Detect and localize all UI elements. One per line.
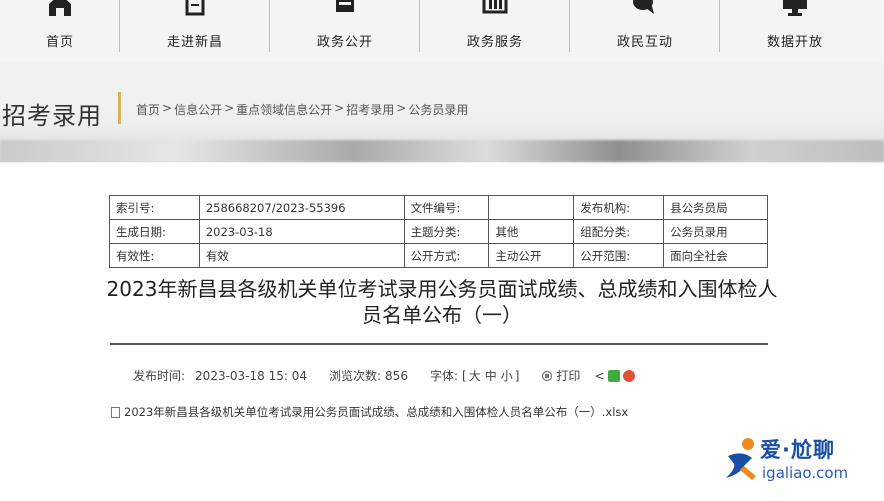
chat-icon	[633, 0, 654, 14]
title-divider	[118, 92, 121, 124]
nav-label: 走进新昌	[166, 35, 223, 50]
org-value: 公务员录用	[663, 219, 768, 244]
font-size-label: 字体:	[429, 369, 458, 383]
font-large-button[interactable]: 大	[467, 367, 483, 384]
topic-value: 其他	[488, 219, 575, 244]
nav-item-about[interactable]: 走进新昌	[120, 0, 270, 62]
scope-label: 公开范围:	[573, 243, 665, 268]
publish-time-label: 发布时间:	[133, 369, 186, 383]
share-icon[interactable]: <	[594, 369, 604, 383]
watermark-url: igaliao.com	[762, 464, 849, 482]
validity-value: 有效	[198, 243, 405, 268]
monitor-icon	[783, 0, 807, 16]
views-value: 856	[385, 368, 408, 383]
print-label: 打印	[556, 369, 581, 383]
index-value: 258668207/2023-55396	[198, 195, 405, 220]
breadcrumb-recruitment[interactable]: 招考录用	[346, 101, 394, 118]
runner-logo-icon	[726, 438, 756, 480]
nav-item-interaction[interactable]: 政民互动	[570, 0, 720, 62]
scope-value: 面向全社会	[663, 243, 768, 268]
breadcrumb-key-areas[interactable]: 重点领域信息公开	[236, 101, 332, 118]
breadcrumb-info-open[interactable]: 信息公开	[174, 101, 222, 118]
weibo-icon[interactable]	[622, 369, 635, 382]
file-icon	[111, 406, 120, 418]
attachment-link[interactable]: 2023年新昌县各级机关单位考试录用公务员面试成绩、总成绩和入围体检人员名单公布…	[111, 404, 628, 420]
home-icon	[49, 0, 71, 16]
org-label: 组配分类:	[573, 219, 665, 244]
method-value: 主动公开	[488, 243, 575, 268]
font-bracket-close: ]	[514, 368, 520, 383]
breadcrumb: 首页 > 信息公开 > 重点领域信息公开 > 招考录用 > 公务员录用	[136, 101, 468, 118]
docno-value	[488, 195, 575, 220]
building-icon	[482, 0, 508, 14]
breadcrumb-sep: >	[224, 101, 235, 115]
nav-item-data[interactable]: 数据开放	[720, 0, 870, 62]
date-label: 生成日期:	[109, 219, 200, 244]
nav-label: 政务服务	[466, 35, 523, 50]
share-group: <	[594, 369, 635, 383]
publish-time-value: 2023-03-18 15: 04	[195, 368, 307, 383]
nav-item-gov-service[interactable]: 政务服务	[420, 0, 570, 62]
archive-icon	[336, 0, 354, 12]
print-button[interactable]: 打印	[541, 367, 580, 384]
breadcrumb-home[interactable]: 首页	[136, 101, 160, 118]
watermark-text: 爱·尬聊	[760, 438, 835, 462]
breadcrumb-civil-servant[interactable]: 公务员录用	[408, 101, 468, 118]
print-icon	[542, 370, 553, 381]
validity-label: 有效性:	[109, 243, 200, 268]
wechat-icon[interactable]	[607, 369, 620, 382]
breadcrumb-sep: >	[396, 101, 407, 115]
font-small-button[interactable]: 小	[499, 367, 515, 384]
publisher-label: 发布机构:	[573, 195, 665, 220]
nav-label: 政务公开	[316, 35, 373, 50]
font-medium-button[interactable]: 中	[483, 367, 499, 384]
nav-label: 政民互动	[616, 35, 673, 50]
article-meta: 发布时间: 2023-03-18 15: 04 浏览次数: 856 字体: [ …	[133, 367, 635, 384]
method-label: 公开方式:	[403, 243, 490, 268]
banner-image	[0, 140, 884, 162]
document-info-table: 索引号: 258668207/2023-55396 文件编号: 发布机构: 县公…	[109, 195, 768, 268]
title-underline	[110, 343, 768, 345]
article-title: 2023年新昌县各级机关单位考试录用公务员面试成绩、总成绩和入围体检人员名单公布…	[106, 277, 778, 327]
breadcrumb-sep: >	[162, 101, 173, 115]
document-icon	[185, 0, 205, 16]
nav-label: 数据开放	[766, 35, 823, 50]
top-nav: 首页 走进新昌 政务公开 政务服务 政民互动 数据开放	[0, 0, 884, 62]
breadcrumb-sep: >	[334, 101, 345, 115]
views-label: 浏览次数:	[329, 369, 382, 383]
nav-label: 首页	[45, 35, 74, 50]
watermark: 爱·尬聊 igaliao.com	[722, 434, 882, 494]
date-value: 2023-03-18	[198, 219, 405, 244]
nav-item-gov-open[interactable]: 政务公开	[270, 0, 420, 62]
index-label: 索引号:	[109, 195, 200, 220]
topic-label: 主题分类:	[403, 219, 490, 244]
section-title: 招考录用	[2, 102, 102, 130]
attachment-name: 2023年新昌县各级机关单位考试录用公务员面试成绩、总成绩和入围体检人员名单公布…	[124, 405, 629, 419]
publisher-value: 县公务员局	[663, 195, 768, 220]
nav-item-home[interactable]: 首页	[0, 0, 120, 62]
docno-label: 文件编号:	[403, 195, 490, 220]
